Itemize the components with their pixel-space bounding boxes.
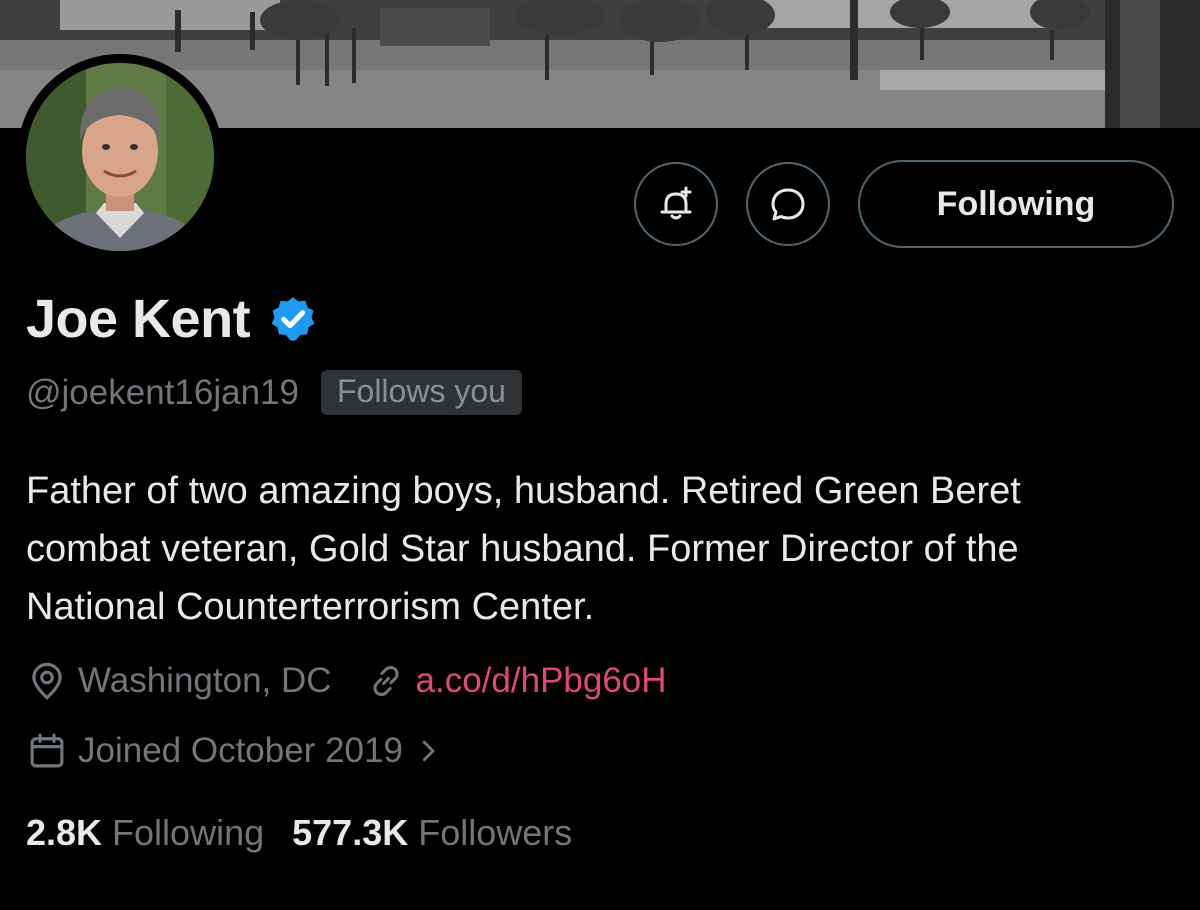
followers-stat[interactable]: 577.3K Followers <box>292 812 572 854</box>
profile-meta-row: Washington, DC a.co/d/hPbg6oH <box>26 660 667 702</box>
avatar-image <box>26 63 214 251</box>
joined-date[interactable]: Joined October 2019 <box>26 730 453 772</box>
joined-text: Joined October 2019 <box>78 731 403 770</box>
joined-row[interactable]: Joined October 2019 <box>26 730 453 772</box>
following-button[interactable]: Following <box>858 160 1174 248</box>
verified-badge-icon[interactable] <box>268 294 318 344</box>
link-icon <box>372 665 399 697</box>
location-text: Washington, DC <box>78 661 332 700</box>
handle: @joekent16jan19 <box>26 372 299 412</box>
message-bubble-icon <box>771 188 805 221</box>
bio: Father of two amazing boys, husband. Ret… <box>26 470 1021 628</box>
follows-you-badge: Follows you <box>320 370 522 415</box>
following-stat[interactable]: 2.8K Following <box>26 812 264 854</box>
calendar-icon <box>30 733 64 768</box>
location-pin-icon <box>32 662 62 700</box>
website-link-text[interactable]: a.co/d/hPbg6oH <box>416 661 667 701</box>
following-count: 2.8K <box>26 812 103 853</box>
name-row: Joe Kent <box>26 288 318 350</box>
location: Washington, DC <box>26 660 332 702</box>
notifications-button[interactable] <box>634 162 718 246</box>
followers-count: 577.3K <box>292 812 409 853</box>
handle-row: @joekent16jan19 Follows you <box>26 370 522 415</box>
followers-stat-label: Followers <box>418 812 573 853</box>
display-name: Joe Kent <box>26 289 251 349</box>
follow-stats: 2.8K Following 577.3K Followers <box>26 812 572 854</box>
website-link[interactable]: a.co/d/hPbg6oH <box>366 661 667 701</box>
following-button-label: Following <box>936 184 1096 223</box>
following-stat-label: Following <box>112 812 265 853</box>
chevron-right-icon <box>422 740 435 762</box>
bell-plus-icon <box>660 186 692 220</box>
avatar[interactable] <box>26 63 214 251</box>
message-button[interactable] <box>746 162 830 246</box>
